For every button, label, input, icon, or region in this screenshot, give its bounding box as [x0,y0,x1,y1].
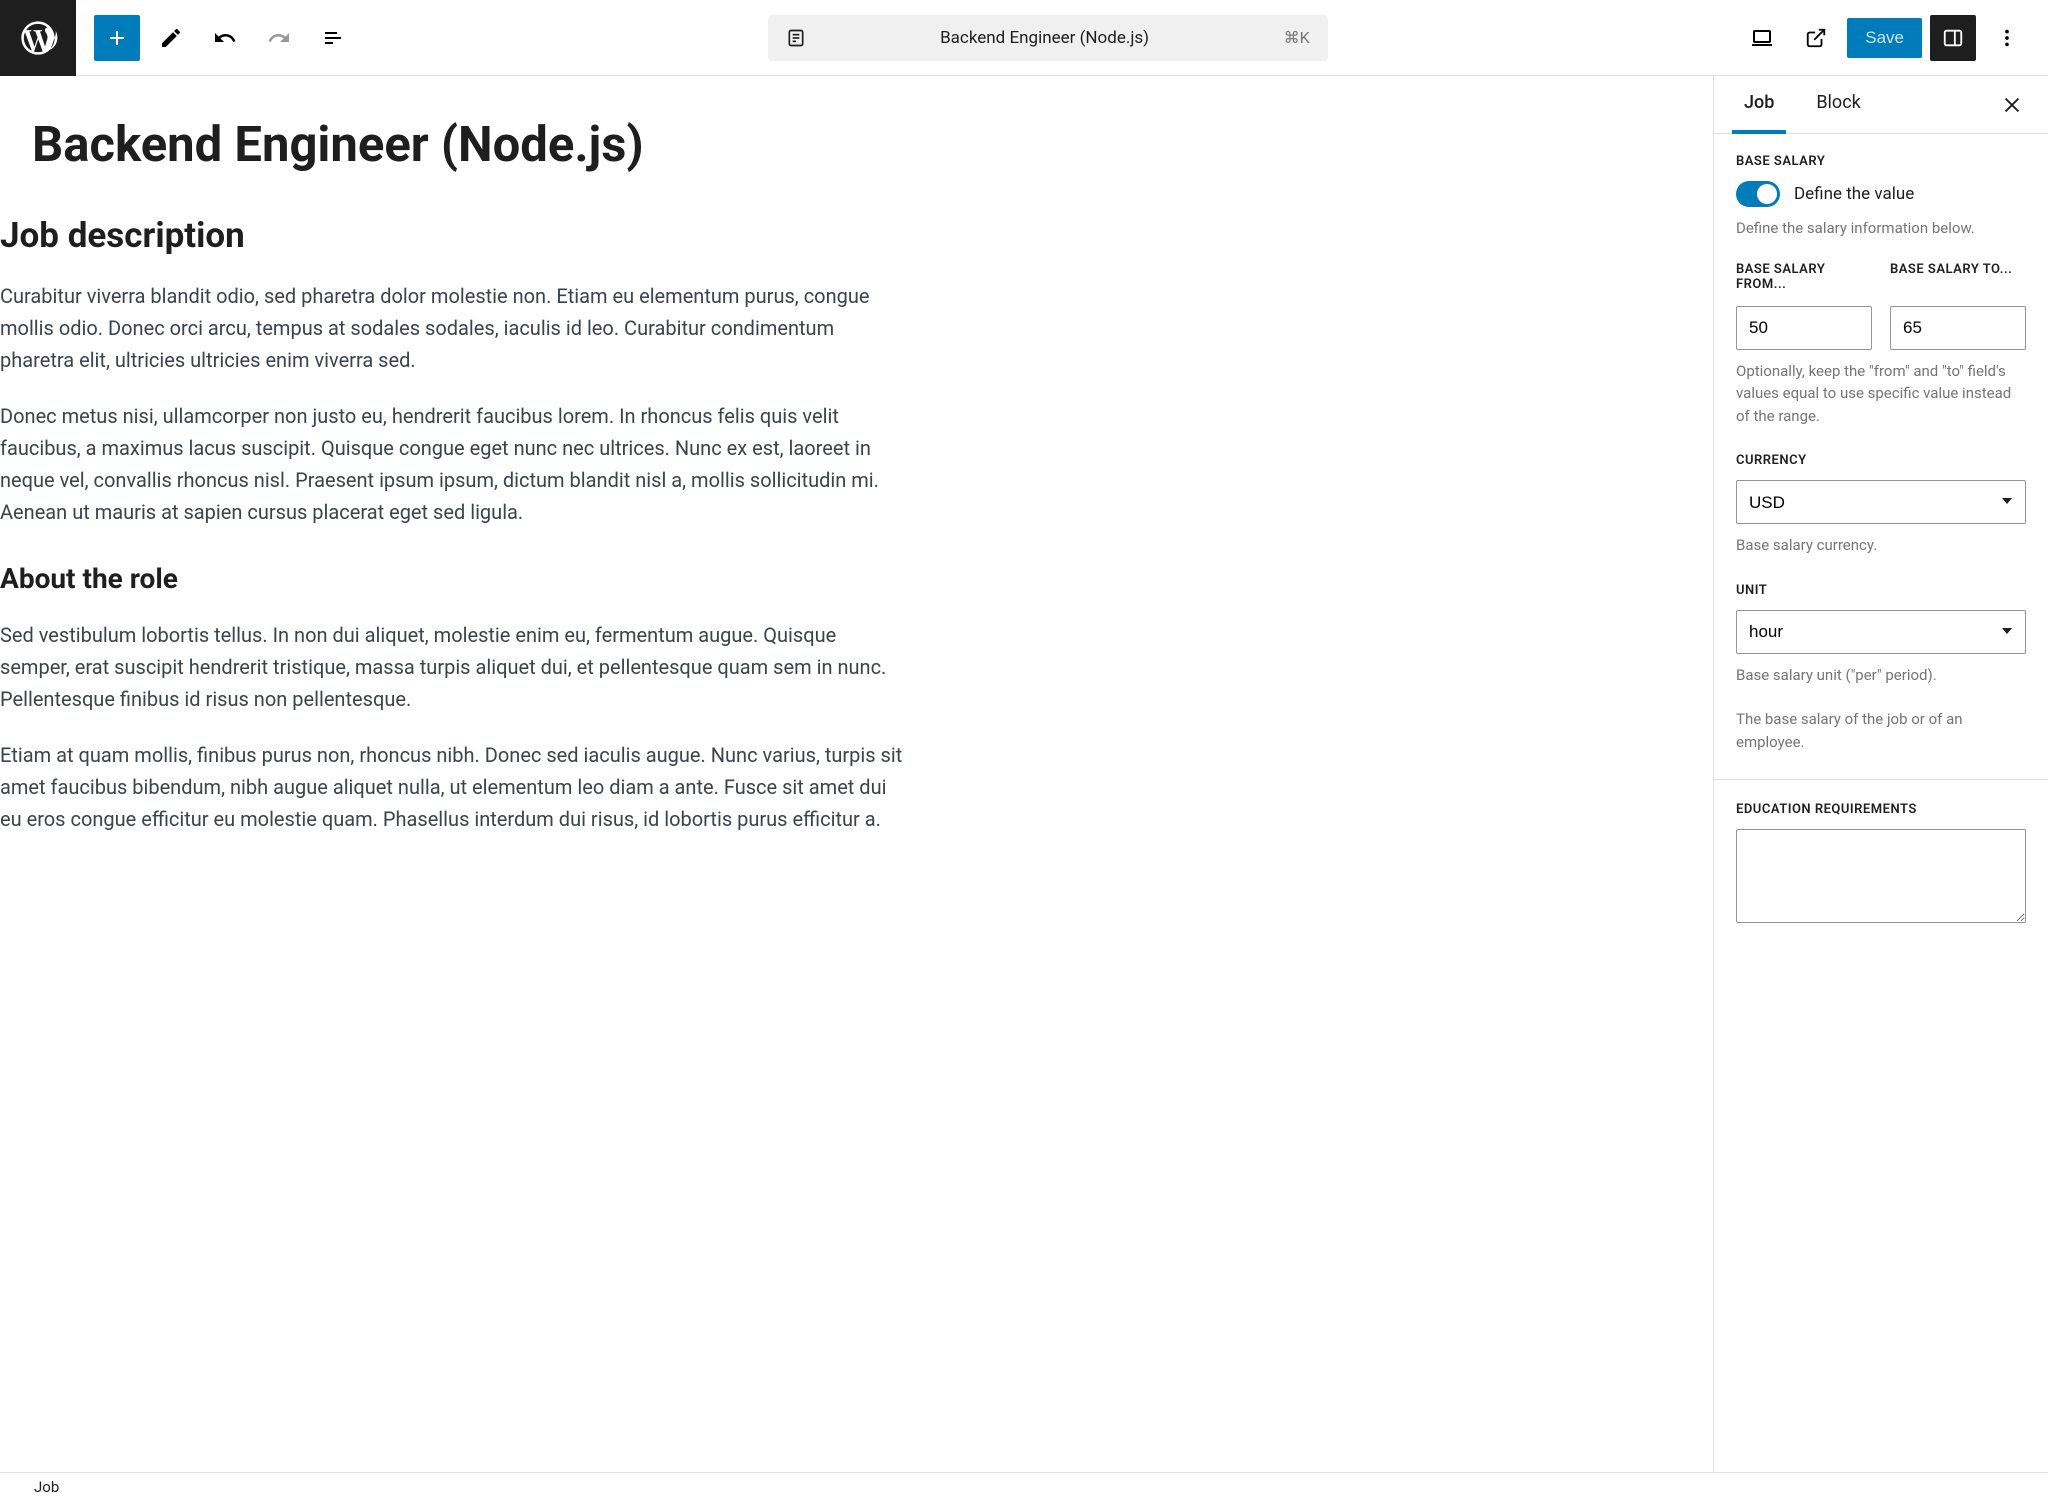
wordpress-logo[interactable] [0,0,76,76]
paragraph-block[interactable]: Donec metus nisi, ullamcorper non justo … [0,400,908,528]
post-title[interactable]: Backend Engineer (Node.js) [32,116,908,175]
settings-sidebar: Job Block BASE SALARY Define the value D… [1713,76,2048,1472]
plus-icon [105,26,129,50]
top-toolbar: Backend Engineer (Node.js) ⌘K Save [0,0,2048,76]
list-icon [321,26,345,50]
salary-from-input[interactable] [1736,306,1872,350]
settings-sidebar-toggle[interactable] [1930,15,1976,61]
toggle-label: Define the value [1794,184,1914,204]
sidebar-tabs: Job Block [1714,76,2048,134]
salary-to-label: BASE SALARY TO... [1890,262,2026,298]
salary-to-input[interactable] [1890,306,2026,350]
external-link-icon [1805,27,1827,49]
divider [1714,779,2048,780]
help-text: The base salary of the job or of an empl… [1736,708,2026,753]
unit-select[interactable]: hour [1736,610,2026,654]
document-icon [786,28,806,48]
undo-button[interactable] [202,15,248,61]
help-text: Base salary currency. [1736,534,2026,557]
heading-about-role[interactable]: About the role [0,562,908,595]
help-text: Define the salary information below. [1736,217,2026,240]
save-button[interactable]: Save [1847,18,1922,58]
paragraph-block[interactable]: Sed vestibulum lobortis tellus. In non d… [0,619,908,715]
undo-icon [213,26,237,50]
education-label: EDUCATION REQUIREMENTS [1736,802,2026,817]
paragraph-block[interactable]: Curabitur viverra blandit odio, sed phar… [0,280,908,376]
close-icon [2001,94,2023,116]
base-salary-label: BASE SALARY [1736,154,2026,169]
currency-label: CURRENCY [1736,453,2026,468]
sidebar-icon [1942,27,1964,49]
paragraph-block[interactable]: Etiam at quam mollis, finibus purus non,… [0,739,908,835]
heading-job-description[interactable]: Job description [0,215,908,256]
unit-label: UNIT [1736,583,2026,598]
help-text: Base salary unit ("per" period). [1736,664,2026,687]
document-bar[interactable]: Backend Engineer (Node.js) ⌘K [768,15,1328,61]
redo-button[interactable] [256,15,302,61]
more-vertical-icon [1996,27,2018,49]
document-outline-button[interactable] [310,15,356,61]
currency-select[interactable]: USD [1736,480,2026,524]
document-title: Backend Engineer (Node.js) [820,28,1270,48]
editor-canvas[interactable]: Backend Engineer (Node.js) Job descripti… [0,76,1713,1472]
help-text: Optionally, keep the "from" and "to" fie… [1736,360,2026,428]
more-menu-button[interactable] [1984,15,2030,61]
education-textarea[interactable] [1736,829,2026,923]
laptop-icon [1750,26,1774,50]
pencil-icon [159,26,183,50]
view-button[interactable] [1739,15,1785,61]
tab-job[interactable]: Job [1732,76,1786,134]
define-value-toggle[interactable] [1736,181,1780,207]
tab-block[interactable]: Block [1804,76,1872,134]
close-sidebar-button[interactable] [1994,87,2030,123]
breadcrumb[interactable]: Job [34,1478,59,1496]
external-link-button[interactable] [1793,15,1839,61]
statusbar: Job [0,1472,2048,1500]
redo-icon [267,26,291,50]
salary-from-label: BASE SALARY FROM... [1736,262,1872,298]
edit-button[interactable] [148,15,194,61]
add-block-button[interactable] [94,15,140,61]
command-shortcut: ⌘K [1284,28,1310,47]
wordpress-icon [18,18,58,58]
